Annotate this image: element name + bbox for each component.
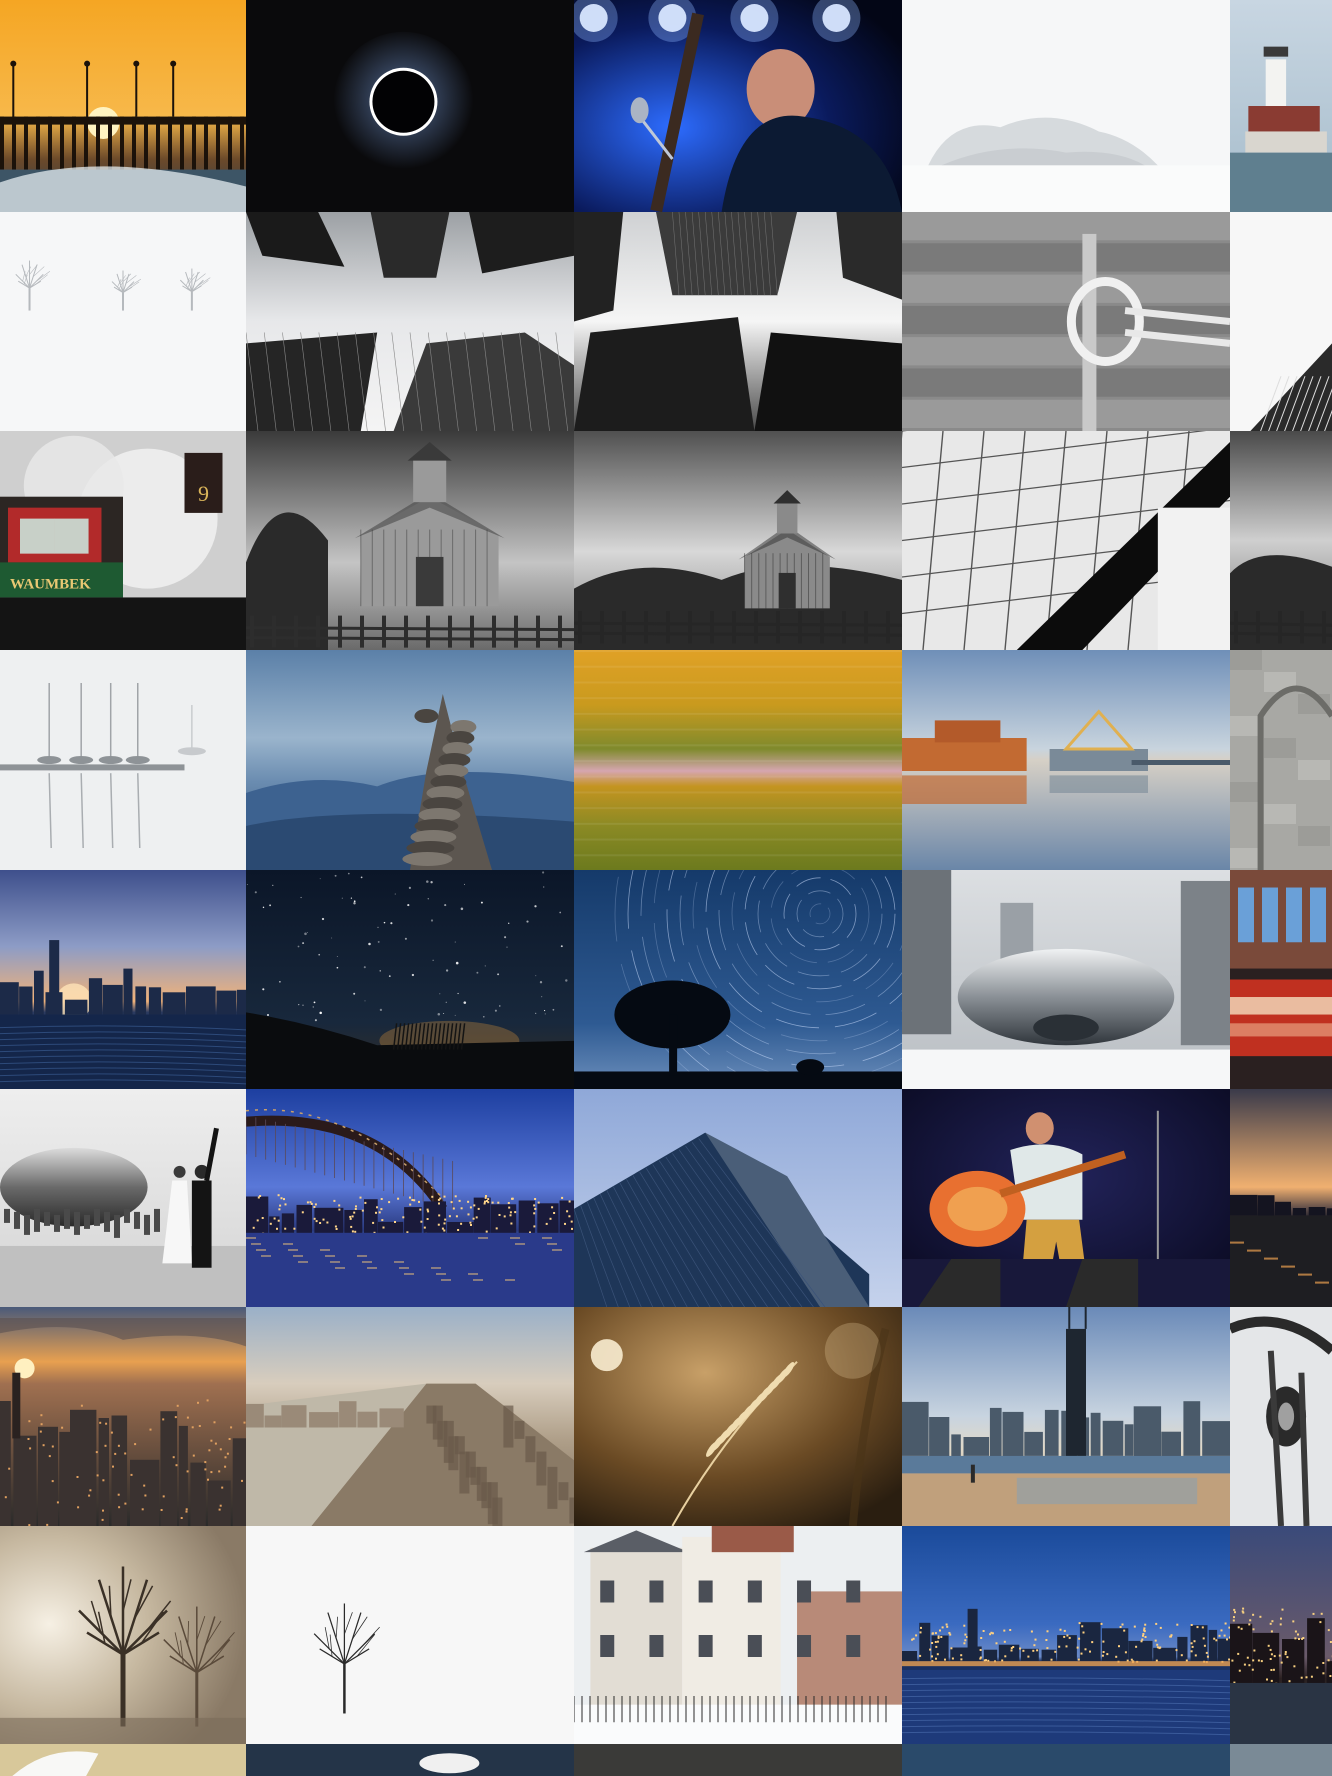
photo-image <box>0 0 246 212</box>
photo-image <box>246 0 574 212</box>
photo-image <box>574 1089 902 1307</box>
engine-name: WAUMBEK <box>10 577 91 593</box>
photo-tile-building-corner-white[interactable] <box>1230 212 1332 431</box>
photo-image <box>574 1744 902 1776</box>
photo-image <box>902 1089 1230 1307</box>
photo-tile-steam-locomotive[interactable]: 9 WAUMBEK <box>0 431 246 650</box>
photo-tile-bridge-night-city[interactable] <box>246 1089 574 1307</box>
photo-image <box>574 0 902 212</box>
photo-tile-solar-eclipse[interactable] <box>246 0 574 212</box>
photo-image <box>902 1307 1230 1526</box>
photo-tile-lakefront-aerial-haze[interactable] <box>246 1307 574 1526</box>
photo-tile-pier-sunset[interactable] <box>0 0 246 212</box>
photo-tile-dark-partial[interactable] <box>574 1744 902 1776</box>
photo-tile-barn-bw-wide[interactable] <box>574 431 902 650</box>
photo-image <box>902 212 1230 431</box>
photo-image <box>0 650 246 870</box>
photo-tile-cloud-gate-snow[interactable] <box>902 870 1230 1089</box>
photo-image <box>574 1307 902 1526</box>
photo-image <box>1230 870 1332 1089</box>
photo-image <box>574 431 902 650</box>
photo-tile-ship-rigging-bw[interactable] <box>1230 1307 1332 1526</box>
photo-image <box>1230 1089 1332 1307</box>
photo-image: 9 WAUMBEK <box>0 431 246 650</box>
photo-tile-city-skyline-dusk-water[interactable] <box>0 870 246 1089</box>
photo-image <box>1230 650 1332 870</box>
photo-tile-water-swan-partial[interactable] <box>246 1744 574 1776</box>
photo-tile-lone-tree-snow[interactable] <box>246 1526 574 1744</box>
photo-tile-skyline-beach-walk[interactable] <box>902 1307 1230 1526</box>
photo-image <box>902 431 1230 650</box>
photo-tile-snowy-trees-white[interactable] <box>902 0 1230 212</box>
photo-tile-night-stars-field[interactable] <box>246 870 574 1089</box>
photo-image <box>246 1744 574 1776</box>
photo-image <box>574 1526 902 1744</box>
photo-tile-cloud-gate-wedding[interactable] <box>0 1089 246 1307</box>
photo-image <box>902 1744 1230 1776</box>
photo-image <box>1230 1526 1332 1744</box>
photo-tile-blue-partial[interactable] <box>902 1744 1230 1776</box>
photo-image <box>902 870 1230 1089</box>
photo-image <box>1230 212 1332 431</box>
engine-number: 9 <box>198 481 209 506</box>
photo-tile-skyline-blue-hour-lake[interactable] <box>902 1526 1230 1744</box>
photo-image <box>246 431 574 650</box>
photo-tile-upright-bass-performer[interactable] <box>902 1089 1230 1307</box>
photo-image <box>0 1526 246 1744</box>
photo-image <box>246 1526 574 1744</box>
photo-image <box>902 1526 1230 1744</box>
photo-tile-foggy-oak-trees[interactable] <box>0 1526 246 1744</box>
photo-image <box>0 1089 246 1307</box>
photo-tile-rope-knot-wood[interactable] <box>902 212 1230 431</box>
photo-tile-fog-trees[interactable] <box>0 212 246 431</box>
photo-image <box>0 1744 246 1776</box>
photo-image <box>246 212 574 431</box>
photo-tile-stone-arch-detail[interactable] <box>1230 650 1332 870</box>
photo-image <box>574 870 902 1089</box>
photo-tile-concert-guitarist-blue[interactable] <box>574 0 902 212</box>
photo-image <box>246 650 574 870</box>
photo-tile-skyscrapers-curve-bw[interactable] <box>574 212 902 431</box>
photo-image <box>0 1307 246 1526</box>
photo-tile-barn-bw[interactable] <box>246 431 574 650</box>
photo-tile-glass-facade-bw[interactable] <box>902 431 1230 650</box>
photo-tile-lake-partial[interactable] <box>1230 1744 1332 1776</box>
photo-tile-motion-blur-field[interactable] <box>574 650 902 870</box>
photo-image <box>574 650 902 870</box>
photo-tile-barn-bw-crop[interactable] <box>1230 431 1332 650</box>
photo-tile-harbor-reflection[interactable] <box>902 650 1230 870</box>
photo-image <box>902 650 1230 870</box>
photo-tile-wheat-closeup-bokeh[interactable] <box>574 1307 902 1526</box>
photo-image <box>574 212 902 431</box>
photo-gallery-grid: 9 WAUMBEK <box>0 0 1332 1776</box>
photo-image <box>0 870 246 1089</box>
photo-tile-red-bus-motion[interactable] <box>1230 870 1332 1089</box>
photo-image <box>0 212 246 431</box>
photo-tile-city-aerial-sunset[interactable] <box>0 1307 246 1526</box>
photo-image <box>902 0 1230 212</box>
photo-tile-rock-cairn-mountains[interactable] <box>246 650 574 870</box>
photo-image <box>246 870 574 1089</box>
photo-tile-glass-tower-up[interactable] <box>574 1089 902 1307</box>
photo-image <box>246 1089 574 1307</box>
photo-tile-lighthouse[interactable] <box>1230 0 1332 212</box>
photo-tile-star-trails-tree[interactable] <box>574 870 902 1089</box>
photo-tile-skyscrapers-up-bw[interactable] <box>246 212 574 431</box>
photo-tile-foggy-sailboats[interactable] <box>0 650 246 870</box>
photo-image <box>246 1307 574 1526</box>
photo-tile-bird-wing-partial[interactable] <box>0 1744 246 1776</box>
photo-tile-townhouses-snow[interactable] <box>574 1526 902 1744</box>
photo-tile-skyline-night-crop[interactable] <box>1230 1526 1332 1744</box>
photo-image <box>1230 0 1332 212</box>
photo-image <box>1230 1744 1332 1776</box>
photo-image <box>1230 431 1332 650</box>
photo-tile-skyline-sunset-water[interactable] <box>1230 1089 1332 1307</box>
photo-image <box>1230 1307 1332 1526</box>
